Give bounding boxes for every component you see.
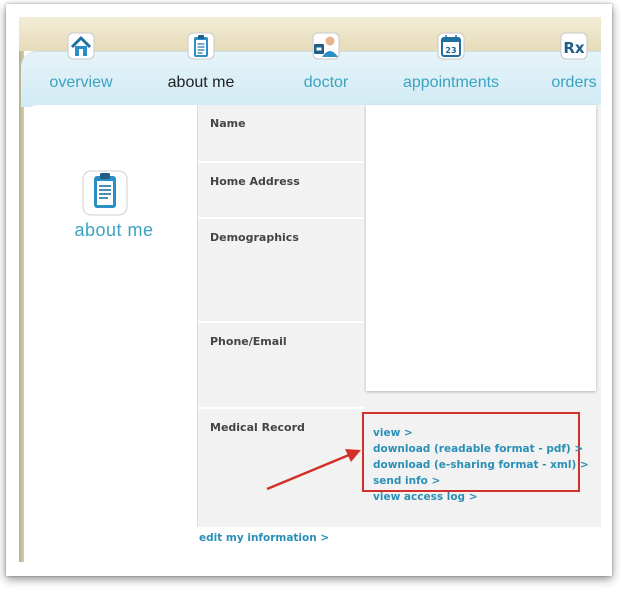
field-label: Demographics: [210, 231, 299, 244]
rx-icon: Rx: [560, 32, 588, 60]
view-record-link[interactable]: view >: [373, 425, 589, 441]
tab-bar: overview about me doctor 23 appointments…: [21, 32, 601, 108]
view-access-log-link[interactable]: view access log >: [373, 489, 589, 505]
field-label: Home Address: [210, 175, 300, 188]
about-me-form: Name Home Address Demographics Phone/Ema…: [197, 105, 601, 527]
calendar-date: 23: [445, 46, 456, 55]
edit-my-information-link[interactable]: edit my information >: [199, 532, 329, 544]
field-home-address: Home Address: [198, 163, 364, 217]
tab-orders-label: orders: [551, 74, 597, 91]
field-name: Name: [198, 105, 364, 161]
annotation-arrow-icon: [266, 449, 361, 491]
tab-appointments[interactable]: 23 appointments: [381, 32, 521, 108]
clipboard-icon: [82, 170, 128, 216]
tab-orders[interactable]: Rx orders: [529, 32, 601, 108]
photo-frame: overview about me doctor 23 appointments…: [6, 4, 612, 576]
app-window: overview about me doctor 23 appointments…: [19, 17, 601, 562]
tab-appointments-label: appointments: [402, 74, 500, 91]
section-title: about me: [74, 220, 154, 240]
tab-about-me[interactable]: about me: [151, 32, 251, 108]
tab-doctor[interactable]: doctor: [276, 32, 376, 108]
clipboard-icon: [187, 32, 215, 60]
tab-doctor-label: doctor: [303, 74, 349, 91]
field-values-panel: [366, 105, 596, 391]
field-label: Phone/Email: [210, 335, 287, 348]
calendar-icon: 23: [437, 32, 465, 60]
medical-record-links: view > download (readable format - pdf) …: [373, 425, 589, 505]
tab-overview-label: overview: [49, 74, 113, 91]
doctor-icon: [312, 32, 340, 60]
field-label: Name: [210, 117, 246, 130]
field-label: Medical Record: [210, 421, 305, 434]
download-xml-link[interactable]: download (e-sharing format - xml) >: [373, 457, 589, 473]
tab-about-me-label: about me: [167, 74, 235, 91]
tab-overview[interactable]: overview: [31, 32, 131, 108]
send-info-link[interactable]: send info >: [373, 473, 589, 489]
download-pdf-link[interactable]: download (readable format - pdf) >: [373, 441, 589, 457]
field-phone-email: Phone/Email: [198, 323, 364, 407]
field-demographics: Demographics: [198, 219, 364, 321]
house-icon: [67, 32, 95, 60]
rx-glyph: Rx: [563, 39, 585, 57]
